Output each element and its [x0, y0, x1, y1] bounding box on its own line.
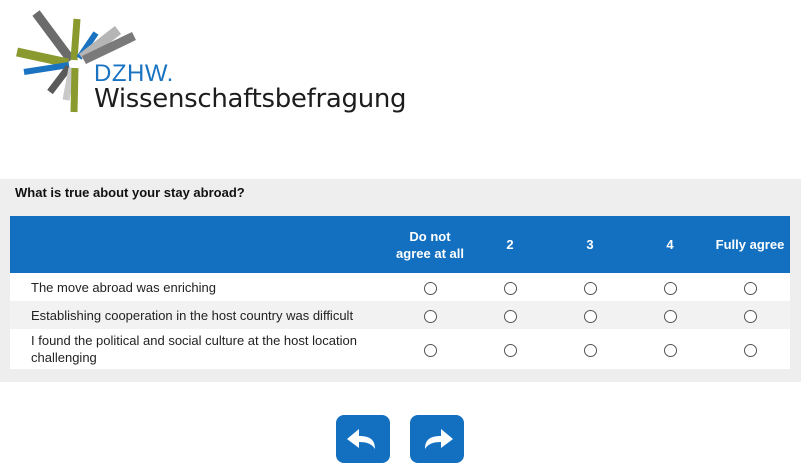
radio-option[interactable] [583, 281, 597, 295]
radio-option[interactable] [663, 309, 677, 323]
radio-option[interactable] [743, 343, 757, 357]
radio-option[interactable] [423, 309, 437, 323]
logo-name: Wissenschaftsbefragung [94, 84, 407, 114]
item-label: Establishing cooperation in the host cou… [10, 301, 390, 329]
header-scale-2: 2 [470, 216, 550, 273]
radio-option[interactable] [583, 343, 597, 357]
header-scale-1: Do not agree at all [390, 216, 470, 273]
item-label: I found the political and social culture… [10, 329, 390, 369]
arrow-forward-icon [425, 429, 453, 449]
radio-option[interactable] [663, 281, 677, 295]
header-scale-4: 4 [630, 216, 710, 273]
radio-option[interactable] [503, 343, 517, 357]
matrix-row: The move abroad was enriching [10, 273, 790, 301]
header-scale-5: Fully agree [710, 216, 790, 273]
matrix-header-row: Do not agree at all 2 3 4 Fully agree [10, 216, 790, 273]
matrix-row: I found the political and social culture… [10, 329, 790, 369]
radio-option[interactable] [503, 309, 517, 323]
radio-option[interactable] [743, 281, 757, 295]
radio-option[interactable] [503, 281, 517, 295]
next-button[interactable] [410, 415, 464, 463]
radio-option[interactable] [583, 309, 597, 323]
back-button[interactable] [336, 415, 390, 463]
radio-option[interactable] [663, 343, 677, 357]
question-panel: What is true about your stay abroad? Do … [0, 179, 801, 382]
rating-matrix: Do not agree at all 2 3 4 Fully agree Th… [10, 216, 790, 369]
header-stem-cell [10, 216, 390, 273]
radio-option[interactable] [423, 281, 437, 295]
radio-option[interactable] [743, 309, 757, 323]
header-scale-3: 3 [550, 216, 630, 273]
dzhw-logo: DZHW. Wissenschaftsbefragung [14, 8, 407, 118]
item-label: The move abroad was enriching [10, 273, 390, 301]
matrix-row: Establishing cooperation in the host cou… [10, 301, 790, 329]
arrow-back-icon [347, 429, 375, 449]
question-text: What is true about your stay abroad? [15, 185, 245, 200]
radio-option[interactable] [423, 343, 437, 357]
